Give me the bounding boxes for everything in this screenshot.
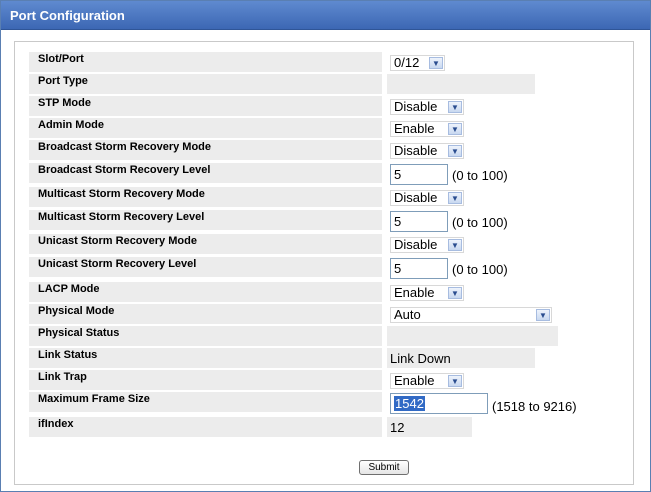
maximum-frame-size-input[interactable]: 1542 — [390, 393, 488, 414]
admin-mode-select[interactable]: Enable ▼ — [390, 121, 464, 137]
multicast-storm-recovery-level-range: (0 to 100) — [452, 215, 508, 230]
ifindex-value: 12 — [390, 420, 405, 435]
port-type-value-box — [387, 74, 535, 94]
form-panel: Slot/Port 0/12 ▼ Port Type STP Mode Disa… — [14, 41, 634, 485]
broadcast-storm-recovery-mode-select[interactable]: Disable ▼ — [390, 143, 464, 159]
broadcast-storm-recovery-level-input[interactable]: 5 — [390, 164, 448, 185]
chevron-down-icon[interactable]: ▼ — [448, 192, 462, 204]
submit-button[interactable]: Submit — [359, 460, 409, 475]
title-bar: Port Configuration — [1, 1, 650, 30]
unicast-storm-recovery-level-label: Unicast Storm Recovery Level — [29, 257, 382, 277]
lacp-mode-select[interactable]: Enable ▼ — [390, 285, 464, 301]
link-trap-value: Enable — [394, 373, 435, 388]
broadcast-storm-recovery-level-range: (0 to 100) — [452, 168, 508, 183]
slot-port-label: Slot/Port — [29, 52, 382, 72]
port-type-label: Port Type — [29, 74, 382, 94]
unicast-storm-recovery-mode-value: Disable — [394, 237, 438, 252]
window-title: Port Configuration — [10, 8, 125, 23]
chevron-down-icon[interactable]: ▼ — [448, 375, 462, 387]
row-link-trap: Link Trap Enable ▼ — [29, 370, 597, 390]
ifindex-value-box: 12 — [387, 417, 472, 437]
maximum-frame-size-range: (1518 to 9216) — [492, 399, 577, 414]
unicast-storm-recovery-mode-select[interactable]: Disable ▼ — [390, 237, 464, 253]
lacp-mode-value: Enable — [394, 285, 435, 300]
slot-port-select[interactable]: 0/12 ▼ — [390, 55, 445, 71]
row-slot-port: Slot/Port 0/12 ▼ — [29, 52, 597, 72]
row-lacp-mode: LACP Mode Enable ▼ — [29, 282, 597, 302]
row-maximum-frame-size: Maximum Frame Size 1542 (1518 to 9216) — [29, 392, 597, 414]
chevron-down-icon[interactable]: ▼ — [536, 309, 550, 321]
broadcast-storm-recovery-mode-value: Disable — [394, 143, 438, 158]
stp-mode-value: Disable — [394, 99, 438, 114]
stp-mode-select[interactable]: Disable ▼ — [390, 99, 464, 115]
physical-mode-label: Physical Mode — [29, 304, 382, 324]
unicast-storm-recovery-mode-label: Unicast Storm Recovery Mode — [29, 234, 382, 254]
row-ifindex: ifIndex 12 — [29, 417, 597, 437]
multicast-storm-recovery-mode-label: Multicast Storm Recovery Mode — [29, 187, 382, 207]
link-status-label: Link Status — [29, 348, 382, 368]
row-port-type: Port Type — [29, 74, 597, 94]
row-link-status: Link Status Link Down — [29, 348, 597, 368]
multicast-storm-recovery-level-input[interactable]: 5 — [390, 211, 448, 232]
unicast-storm-recovery-level-input[interactable]: 5 — [390, 258, 448, 279]
maximum-frame-size-label: Maximum Frame Size — [29, 392, 382, 412]
chevron-down-icon[interactable]: ▼ — [448, 123, 462, 135]
broadcast-storm-recovery-mode-label: Broadcast Storm Recovery Mode — [29, 140, 382, 160]
row-broadcast-storm-recovery-level: Broadcast Storm Recovery Level 5 (0 to 1… — [29, 163, 597, 185]
admin-mode-label: Admin Mode — [29, 118, 382, 138]
row-physical-mode: Physical Mode Auto ▼ — [29, 304, 597, 324]
maximum-frame-size-value: 1542 — [394, 396, 425, 411]
row-multicast-storm-recovery-level: Multicast Storm Recovery Level 5 (0 to 1… — [29, 210, 597, 232]
link-status-value: Link Down — [390, 351, 451, 366]
chevron-down-icon[interactable]: ▼ — [448, 287, 462, 299]
row-admin-mode: Admin Mode Enable ▼ — [29, 118, 597, 138]
row-physical-status: Physical Status — [29, 326, 597, 346]
chevron-down-icon[interactable]: ▼ — [448, 239, 462, 251]
row-multicast-storm-recovery-mode: Multicast Storm Recovery Mode Disable ▼ — [29, 187, 597, 207]
lacp-mode-label: LACP Mode — [29, 282, 382, 302]
stp-mode-label: STP Mode — [29, 96, 382, 116]
admin-mode-value: Enable — [394, 121, 435, 136]
link-trap-label: Link Trap — [29, 370, 382, 390]
port-configuration-window: Port Configuration Slot/Port 0/12 ▼ Port… — [0, 0, 651, 492]
multicast-storm-recovery-level-label: Multicast Storm Recovery Level — [29, 210, 382, 230]
slot-port-value: 0/12 — [394, 55, 420, 70]
chevron-down-icon[interactable]: ▼ — [448, 101, 462, 113]
row-stp-mode: STP Mode Disable ▼ — [29, 96, 597, 116]
link-trap-select[interactable]: Enable ▼ — [390, 373, 464, 389]
row-unicast-storm-recovery-mode: Unicast Storm Recovery Mode Disable ▼ — [29, 234, 597, 254]
physical-mode-select[interactable]: Auto ▼ — [390, 307, 552, 323]
ifindex-label: ifIndex — [29, 417, 382, 437]
row-broadcast-storm-recovery-mode: Broadcast Storm Recovery Mode Disable ▼ — [29, 140, 597, 160]
multicast-storm-recovery-mode-value: Disable — [394, 190, 438, 205]
row-unicast-storm-recovery-level: Unicast Storm Recovery Level 5 (0 to 100… — [29, 257, 597, 279]
physical-status-label: Physical Status — [29, 326, 382, 346]
multicast-storm-recovery-mode-select[interactable]: Disable ▼ — [390, 190, 464, 206]
link-status-value-box: Link Down — [387, 348, 535, 368]
broadcast-storm-recovery-level-label: Broadcast Storm Recovery Level — [29, 163, 382, 183]
physical-mode-value: Auto — [394, 307, 421, 322]
unicast-storm-recovery-level-range: (0 to 100) — [452, 262, 508, 277]
physical-status-value-box — [387, 326, 558, 346]
chevron-down-icon[interactable]: ▼ — [429, 57, 443, 69]
chevron-down-icon[interactable]: ▼ — [448, 145, 462, 157]
